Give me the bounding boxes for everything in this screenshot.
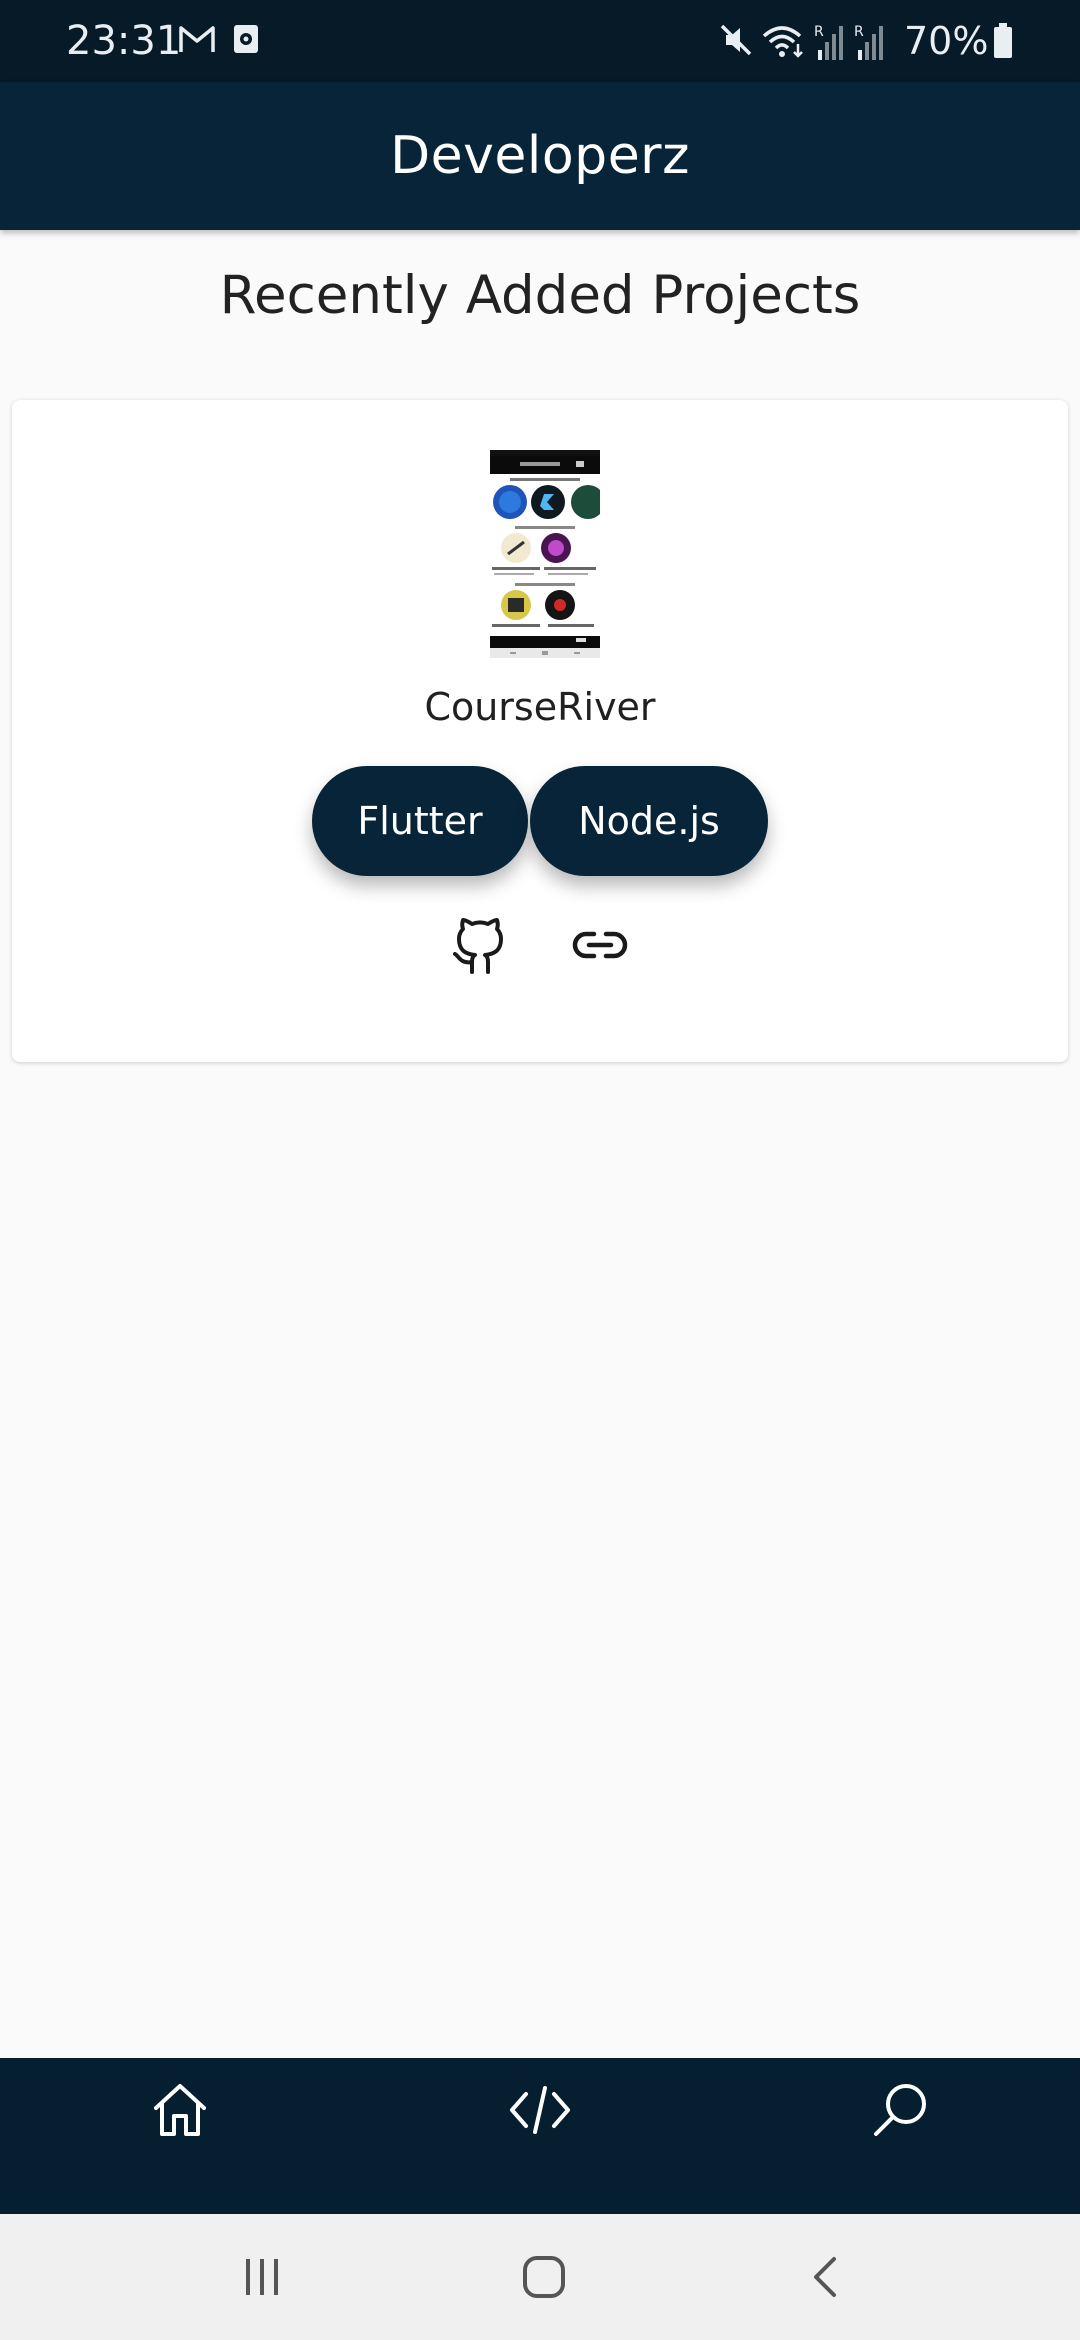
tag-chip-flutter[interactable]: Flutter xyxy=(312,766,528,876)
svg-text:R: R xyxy=(814,24,824,40)
app-title: Developerz xyxy=(390,126,690,186)
home-icon xyxy=(154,2084,206,2136)
back-button[interactable] xyxy=(766,2214,886,2340)
bottom-nav xyxy=(0,2058,1080,2214)
link-icon[interactable] xyxy=(570,916,630,976)
tag-chip-nodejs[interactable]: Node.js xyxy=(530,766,768,876)
back-icon xyxy=(814,2257,836,2297)
gmail-icon xyxy=(179,26,215,52)
section-title: Recently Added Projects xyxy=(219,265,861,326)
wifi-icon xyxy=(762,26,803,58)
github-icon[interactable] xyxy=(450,916,510,976)
status-bar: 23:31 R R 70% xyxy=(0,0,1080,82)
project-card[interactable]: CourseRiver Flutter Node.js xyxy=(12,400,1068,1062)
signal-r-icon: R xyxy=(814,24,843,60)
recents-icon xyxy=(246,2259,278,2295)
project-screenshot-thumbnail xyxy=(490,450,600,658)
mute-icon xyxy=(720,24,752,56)
home-button[interactable] xyxy=(484,2214,604,2340)
screen-recorder-icon xyxy=(234,25,258,53)
status-time: 23:31 xyxy=(66,18,182,64)
search-icon xyxy=(874,2084,926,2136)
project-name: CourseRiver xyxy=(424,685,656,729)
home-button-icon xyxy=(523,2256,565,2298)
svg-text:R: R xyxy=(854,24,864,40)
system-nav-bar xyxy=(0,2214,1080,2340)
signal-r-icon: R xyxy=(854,24,883,60)
nav-search[interactable] xyxy=(720,2058,1080,2214)
battery-percent: 70% xyxy=(904,19,989,63)
app-screenshot-image xyxy=(490,450,600,658)
code-icon xyxy=(510,2086,570,2134)
tag-row: Flutter Node.js xyxy=(12,766,1068,876)
nav-projects[interactable] xyxy=(360,2058,720,2214)
nav-home[interactable] xyxy=(0,2058,360,2214)
recents-button[interactable] xyxy=(202,2214,322,2340)
app-bar: Developerz xyxy=(0,82,1080,230)
battery-icon xyxy=(994,23,1012,58)
